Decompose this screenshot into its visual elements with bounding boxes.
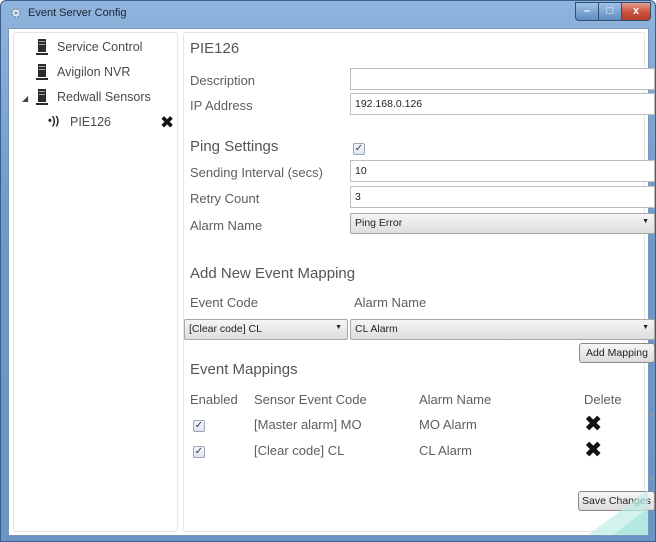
mapping-alarm-name: MO Alarm [419,417,477,432]
title-bar: Event Server Config – □ x [1,1,655,27]
scroll-up-arrow-icon[interactable]: ▲ [649,412,655,418]
app-window: Event Server Config – □ x Service Contro… [0,0,656,542]
close-button[interactable]: x [621,2,651,21]
ping-alarm-select[interactable]: Ping Error ▼ [350,213,655,234]
maximize-button[interactable]: □ [598,2,622,21]
retry-count-input[interactable]: 3 [350,186,655,208]
remove-device-icon[interactable]: ✖ [160,113,174,133]
new-alarm-name-label: Alarm Name [354,295,427,310]
scroll-down-arrow-icon[interactable]: ▼ [649,477,655,483]
column-header-sensor-event-code: Sensor Event Code [254,392,367,407]
sending-interval-input[interactable]: 10 [350,160,655,182]
ping-enabled-checkbox[interactable]: ✓ [353,143,365,155]
ping-settings-heading: Ping Settings [190,138,279,155]
tree-item-label: Redwall Sensors [57,90,151,104]
expand-arrow-icon[interactable]: ◢ [22,94,28,103]
add-mapping-heading: Add New Event Mapping [190,265,356,282]
ip-address-label: IP Address [190,98,253,113]
new-alarm-name-value: CL Alarm [355,323,398,335]
chevron-down-icon: ▼ [642,324,649,331]
mapping-enabled-checkbox[interactable]: ✓ [193,446,205,458]
tree-item-label: PIE126 [70,115,112,129]
chevron-down-icon: ▼ [642,218,649,225]
minimize-button[interactable]: – [575,2,599,21]
gear-icon [11,8,21,18]
server-icon [36,89,48,105]
column-header-alarm-name: Alarm Name [419,392,492,407]
event-code-select[interactable]: [Clear code] CL ▼ [184,319,348,340]
new-alarm-name-select[interactable]: CL Alarm ▼ [350,319,655,340]
device-name-heading: PIE126 [190,40,240,57]
tree-item-label: Service Control [57,40,143,54]
ping-alarm-value: Ping Error [355,217,403,229]
tree-item-label: Avigilon NVR [57,65,131,79]
ip-address-input[interactable]: 192.168.0.126 [350,93,655,115]
event-code-value: [Clear code] CL [189,323,262,335]
sending-interval-label: Sending Interval (secs) [190,165,323,180]
server-icon [36,64,48,80]
add-mapping-button[interactable]: Add Mapping [579,343,655,363]
column-header-delete: Delete [584,392,622,407]
description-label: Description [190,73,256,88]
alarm-name-label: Alarm Name [190,218,263,233]
mapping-enabled-checkbox[interactable]: ✓ [193,420,205,432]
window-title: Event Server Config [28,7,127,19]
tree-item-pie126[interactable]: •)) PIE126 ✖ [48,112,178,136]
decorative-corner [588,490,648,535]
device-tree: Service Control Avigilon NVR ◢ Redwall S… [13,32,178,532]
chevron-down-icon: ▼ [335,324,342,331]
sensor-signal-icon: •)) [48,115,60,127]
settings-panel: PIE126 Description IP Address 192.168.0.… [183,32,655,532]
client-area: Service Control Avigilon NVR ◢ Redwall S… [8,28,655,536]
delete-mapping-icon[interactable]: ✖ [584,439,602,461]
delete-mapping-icon[interactable]: ✖ [584,413,602,435]
retry-count-label: Retry Count [190,191,260,206]
event-code-label: Event Code [190,295,258,310]
description-input[interactable] [350,68,655,90]
server-icon [36,39,48,55]
mapping-event-code: [Master alarm] MO [254,417,362,432]
mapping-alarm-name: CL Alarm [419,443,472,458]
mapping-event-code: [Clear code] CL [254,443,345,458]
event-mappings-heading: Event Mappings [190,361,298,378]
column-header-enabled: Enabled [190,392,238,407]
